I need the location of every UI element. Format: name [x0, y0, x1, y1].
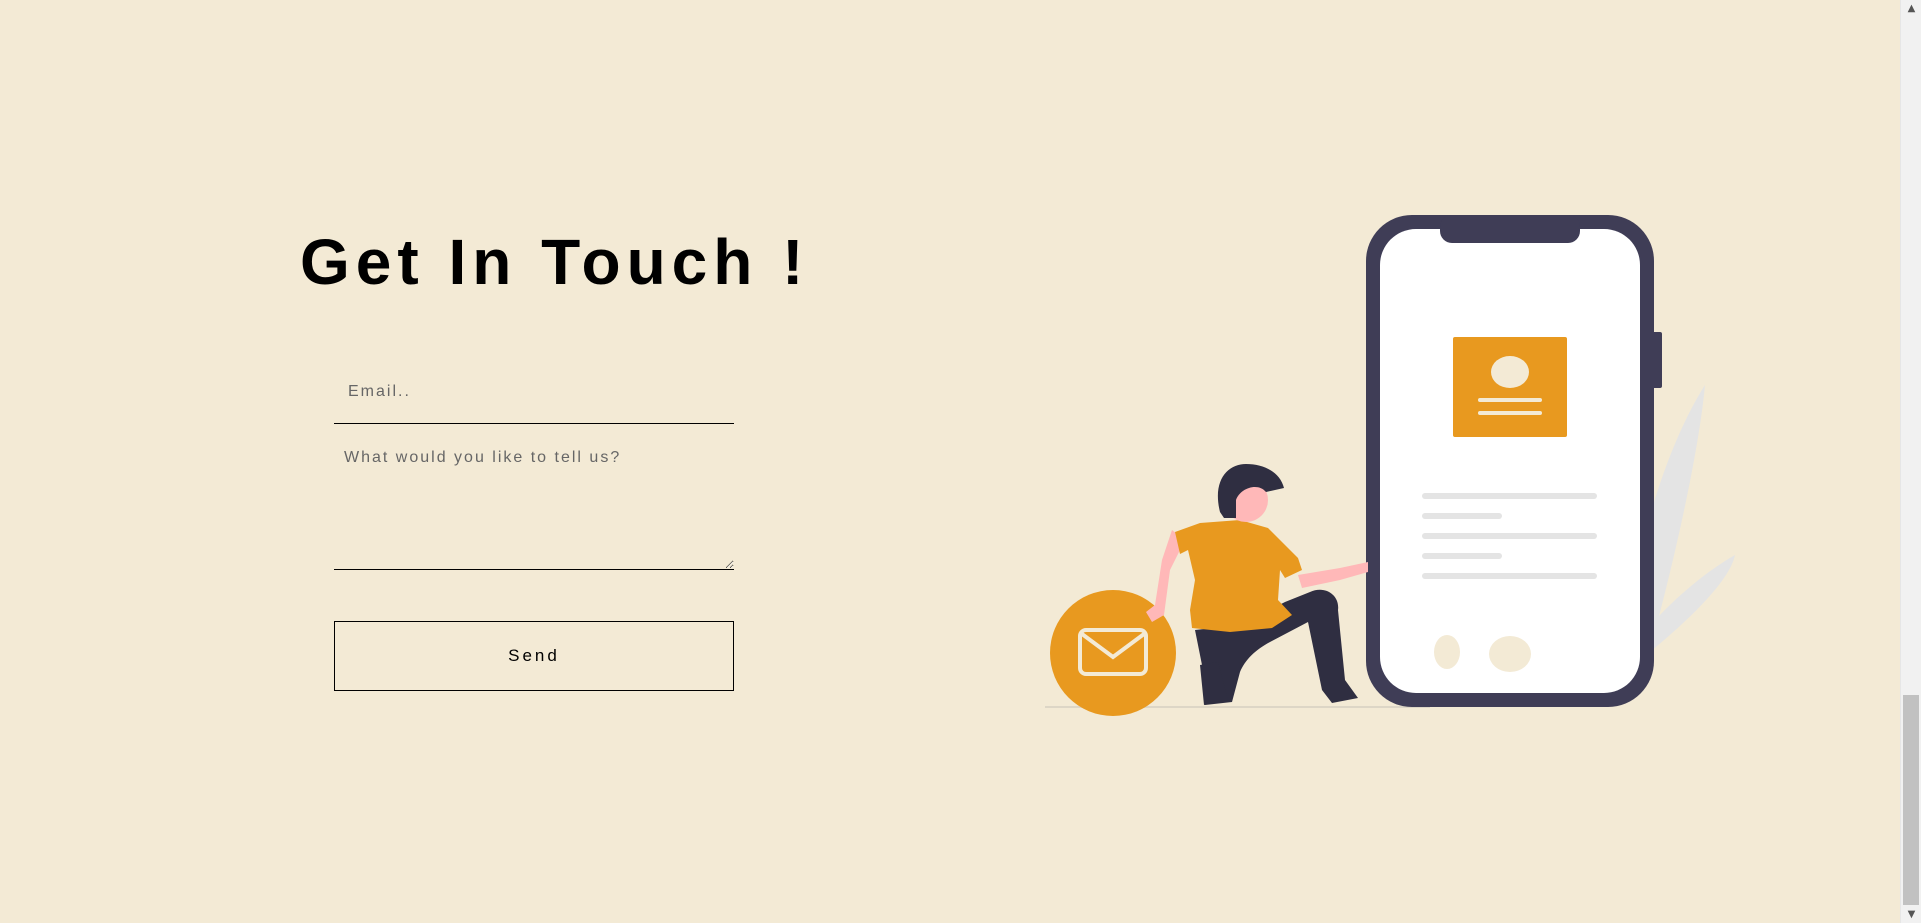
contact-form: Send — [334, 360, 734, 691]
page-title: Get In Touch ! — [300, 226, 810, 298]
message-field[interactable] — [334, 435, 734, 570]
person-illustration — [1146, 464, 1368, 705]
contact-illustration — [1045, 215, 1735, 716]
contact-page: Get In Touch ! Send — [0, 0, 1921, 923]
scroll-thumb[interactable] — [1903, 695, 1919, 905]
profile-card-icon — [1453, 337, 1567, 437]
send-button[interactable]: Send — [334, 621, 734, 691]
phone-illustration — [1366, 215, 1662, 707]
chevron-up-icon[interactable]: ▲ — [1901, 0, 1921, 17]
vertical-scrollbar[interactable]: ▲ ▼ — [1900, 0, 1921, 923]
email-field[interactable] — [334, 360, 734, 424]
chevron-down-icon[interactable]: ▼ — [1901, 906, 1921, 923]
